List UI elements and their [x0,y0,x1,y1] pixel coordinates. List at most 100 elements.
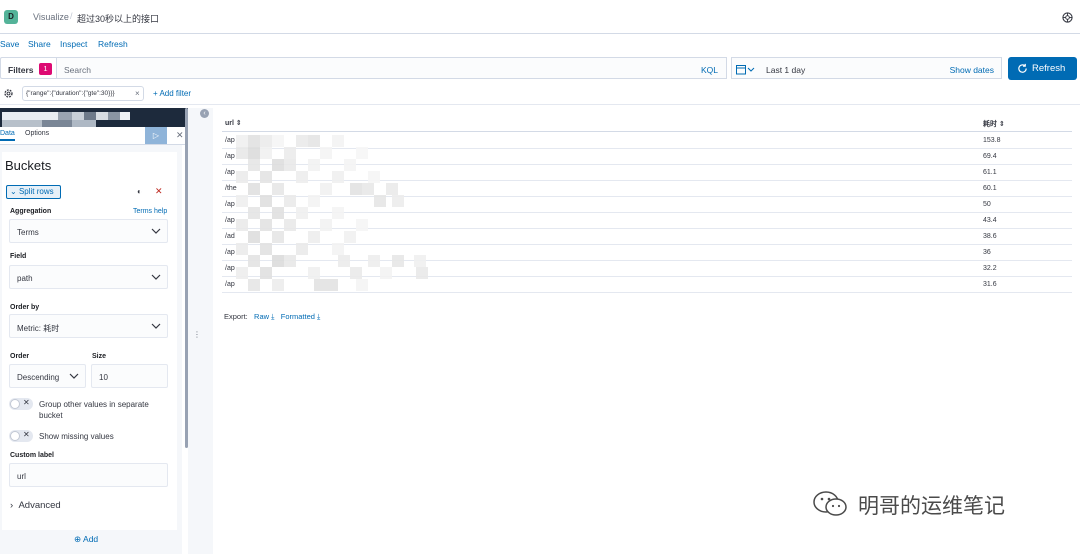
split-rows-accordion[interactable]: ⌄ Split rows [6,185,61,199]
cell-duration: 38.6 [983,233,997,240]
calendar-icon[interactable] [736,64,756,75]
discard-icon[interactable]: ✕ [176,130,184,141]
app-logo-badge[interactable]: D [4,10,18,24]
cell-url: /ap [225,169,235,176]
remove-icon[interactable]: ✕ [155,186,163,197]
breadcrumb-title: 超过30秒以上的接口 [77,14,160,24]
refresh-menu-button[interactable]: Refresh [98,39,128,49]
breadcrumb-separator: / [70,11,73,21]
cell-url: /ap [225,249,235,256]
resize-handle-icon[interactable]: ⋮ [193,330,201,339]
plus-circle-icon: ⊕ [74,534,82,544]
cell-duration: 153.8 [983,137,1001,144]
filters-button[interactable]: Filters 1 [0,57,56,79]
aggregation-select[interactable]: Terms [9,219,168,243]
date-range-label[interactable]: Last 1 day [766,65,805,75]
add-bucket-button[interactable]: ⊕ Add [74,534,98,545]
size-label: Size [92,353,107,360]
add-label: Add [83,534,99,544]
cell-url: /the [225,185,237,192]
export-formatted-link[interactable]: Formatted ⤓ [281,312,321,321]
redacted-url-mosaic [236,135,428,291]
add-filter-link[interactable]: + Add filter [153,89,191,98]
group-other-switch[interactable]: ✕ [9,398,33,410]
custom-label-label: Custom label [10,452,54,459]
show-missing-switch[interactable]: ✕ [9,430,33,442]
cell-duration: 60.1 [983,185,997,192]
sidebar-scrollbar[interactable] [185,108,188,448]
breadcrumb-visualize[interactable]: Visualize [33,12,69,22]
split-rows-label: Split rows [18,187,54,196]
column-header-duration[interactable]: 耗时 ⇕ [983,119,1005,129]
show-dates-link[interactable]: Show dates [950,65,994,75]
field-label: Field [10,253,27,260]
export-raw-link[interactable]: Raw ⤓ [254,312,274,321]
cell-duration: 69.4 [983,153,997,160]
editor-sidebar: Data Options ▷ ✕ Buckets ⌄ Split rows ◐ … [0,108,193,554]
export-label: Export: [224,312,248,321]
filters-label: Filters [8,65,34,75]
sidebar-tabs: Data Options ▷ ✕ [0,127,193,145]
chevron-down-icon [69,373,79,379]
refresh-button[interactable]: Refresh [1008,57,1077,80]
cell-url: /ap [225,217,235,224]
advanced-label: Advanced [18,500,61,511]
cell-url: /ap [225,137,235,144]
tab-options[interactable]: Options [25,130,49,137]
field-select[interactable]: path [9,265,168,289]
collapse-sidebar-icon[interactable]: ‹ [200,109,209,118]
order-value: Descending [17,373,60,382]
cell-duration: 32.2 [983,265,997,272]
order-label: Order [10,353,30,360]
close-icon[interactable]: × [135,89,140,98]
cell-duration: 31.6 [983,281,997,288]
table-header: url ⇕ 耗时 ⇕ [222,116,1072,132]
inspect-button[interactable]: Inspect [60,39,87,49]
size-input[interactable]: 10 [91,364,168,388]
date-picker[interactable]: Last 1 day Show dates [731,57,1002,79]
cell-duration: 50 [983,201,991,208]
search-placeholder: Search [64,65,91,75]
save-button[interactable]: Save [0,39,19,49]
search-input[interactable]: Search KQL [56,57,727,79]
chevron-down-icon [151,323,161,329]
apply-changes-button[interactable]: ▷ [145,127,167,144]
filter-pill-text: {"range":{"duration":{"gte":30}}} [26,90,115,97]
tab-data[interactable]: Data [0,130,15,141]
filter-pill[interactable]: {"range":{"duration":{"gte":30}}} × [22,86,144,101]
watermark-text: 明哥的运维笔记 [858,494,1005,518]
share-button[interactable]: Share [28,39,51,49]
cell-url: /ap [225,265,235,272]
cell-duration: 36 [983,249,991,256]
download-icon: ⤓ [271,312,275,321]
order-select[interactable]: Descending [9,364,86,388]
cell-duration: 61.1 [983,169,997,176]
order-by-label: Order by [10,304,40,311]
top-header: D Visualize / 超过30秒以上的接口 [0,0,1080,34]
order-by-select[interactable]: Metric: 耗时 [9,314,168,338]
order-by-value: Metric: 耗时 [17,324,60,333]
terms-help-link[interactable]: Terms help [133,208,167,215]
help-icon[interactable] [1062,12,1073,23]
field-value: path [17,274,33,283]
column-header-url[interactable]: url ⇕ [225,119,242,127]
export-links: Export: Raw ⤓ Formatted ⤓ [224,312,320,322]
kql-language-button[interactable]: KQL [701,65,718,75]
buckets-title: Buckets [5,158,52,173]
refresh-icon [1018,63,1027,73]
chevron-down-icon [151,228,161,234]
advanced-toggle[interactable]: › Advanced [10,500,61,511]
download-icon: ⤓ [317,312,321,321]
cell-url: /ap [225,153,235,160]
toggle-enabled-icon[interactable]: ◐ [137,187,142,196]
filters-count-badge: 1 [39,63,52,75]
group-other-label: Group other values in separate bucket [39,400,149,420]
cell-duration: 43.4 [983,217,997,224]
gear-icon[interactable] [3,88,14,99]
aggregation-label: Aggregation [10,208,52,215]
filter-row: {"range":{"duration":{"gte":30}}} × + Ad… [0,85,1080,103]
custom-label-input[interactable]: url [9,463,168,487]
divider [0,104,1080,105]
query-bar: Filters 1 Search KQL Last 1 day Show dat… [0,57,1080,81]
cell-url: /ap [225,281,235,288]
